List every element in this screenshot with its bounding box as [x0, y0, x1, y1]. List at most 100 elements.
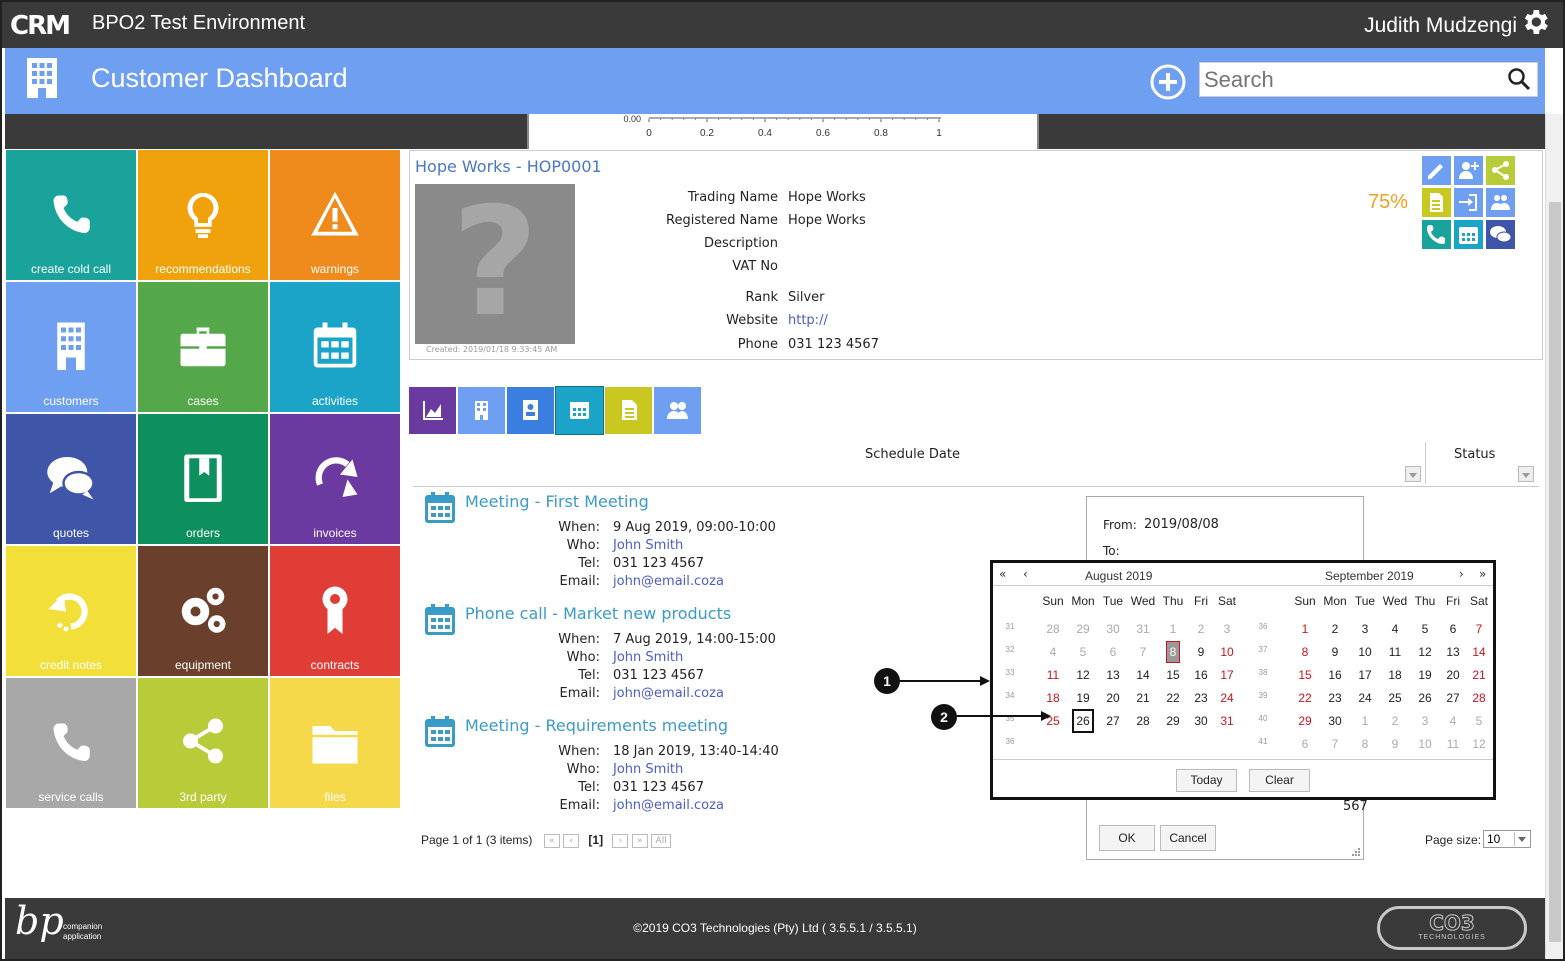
column-schedule-date[interactable]: Schedule Date [865, 447, 960, 462]
share-icon[interactable] [1486, 156, 1515, 185]
activity-title[interactable]: Meeting - First Meeting [465, 492, 649, 511]
calendar-day[interactable]: 2 [1187, 619, 1215, 639]
calendar-day[interactable]: 1 [1291, 619, 1319, 639]
column-status[interactable]: Status [1454, 447, 1495, 462]
edit-icon[interactable] [1422, 156, 1451, 185]
calendar-day[interactable]: 12 [1411, 642, 1439, 662]
tile-service-calls[interactable]: service calls [6, 678, 136, 808]
all-pages-button[interactable]: All [651, 833, 672, 848]
last-page-button[interactable]: » [631, 833, 648, 848]
calendar-day[interactable]: 10 [1351, 642, 1379, 662]
calendar-day[interactable]: 3 [1351, 619, 1379, 639]
calendar-day[interactable]: 13 [1439, 642, 1467, 662]
activity-email-value[interactable]: john@email.coza [613, 574, 724, 589]
document-icon[interactable] [1422, 188, 1451, 217]
calendar-day[interactable]: 29 [1159, 711, 1187, 731]
calendar-day[interactable]: 17 [1213, 665, 1241, 685]
calendar-day-highlighted[interactable]: 26 [1072, 709, 1094, 733]
prev-year-button[interactable]: « [999, 567, 1006, 581]
activity-email-value[interactable]: john@email.coza [613, 798, 724, 813]
calendar-day[interactable]: 11 [1439, 734, 1467, 754]
calendar-day[interactable]: 27 [1439, 688, 1467, 708]
calendar-day[interactable]: 18 [1381, 665, 1409, 685]
chat-icon[interactable] [1486, 220, 1515, 249]
tile-warnings[interactable]: warnings [270, 150, 400, 280]
activity-who-value[interactable]: John Smith [613, 762, 683, 777]
calendar-day[interactable]: 30 [1187, 711, 1215, 731]
tile-activities[interactable]: activities [270, 282, 400, 412]
calendar-day[interactable]: 11 [1381, 642, 1409, 662]
tile-credit-notes[interactable]: credit notes [6, 546, 136, 676]
calendar-day[interactable]: 24 [1213, 688, 1241, 708]
calendar-day[interactable]: 14 [1129, 665, 1157, 685]
calendar-day[interactable]: 6 [1291, 734, 1319, 754]
resize-grip-icon[interactable] [1351, 847, 1361, 857]
gear-icon[interactable] [1519, 6, 1551, 42]
tab-users[interactable] [654, 387, 701, 434]
tile-equipment[interactable]: equipment [138, 546, 268, 676]
calendar-day[interactable]: 4 [1039, 642, 1067, 662]
first-page-button[interactable]: « [543, 833, 560, 848]
calendar-day[interactable]: 5 [1069, 642, 1097, 662]
calendar-day[interactable]: 9 [1381, 734, 1409, 754]
activity-who-value[interactable]: John Smith [613, 650, 683, 665]
calendar-day[interactable]: 26 [1411, 688, 1439, 708]
calendar-day[interactable]: 23 [1187, 688, 1215, 708]
calendar-day[interactable]: 31 [1213, 711, 1241, 731]
next-year-button[interactable]: » [1479, 567, 1486, 581]
current-page[interactable]: [1] [588, 833, 603, 847]
calendar-day[interactable]: 9 [1187, 642, 1215, 662]
from-date-field[interactable]: 2019/08/08 [1144, 517, 1219, 532]
calendar-day[interactable]: 19 [1069, 688, 1097, 708]
calendar-day[interactable]: 12 [1069, 665, 1097, 685]
calendar-day[interactable]: 28 [1129, 711, 1157, 731]
calendar-day[interactable]: 21 [1465, 665, 1493, 685]
tile-files[interactable]: files [270, 678, 400, 808]
calendar-day[interactable]: 5 [1465, 711, 1493, 731]
calendar-day[interactable]: 20 [1439, 665, 1467, 685]
tab-charts[interactable] [409, 387, 456, 434]
calendar-day[interactable]: 25 [1381, 688, 1409, 708]
calendar-day[interactable]: 6 [1099, 642, 1127, 662]
tab-contacts[interactable] [507, 387, 554, 434]
tile-contracts[interactable]: contracts [270, 546, 400, 676]
phone-icon[interactable] [1422, 220, 1451, 249]
calendar-day[interactable]: 27 [1099, 711, 1127, 731]
calendar-day[interactable]: 7 [1465, 619, 1493, 639]
user-name[interactable]: Judith Mudzengi [1364, 14, 1517, 38]
search-icon[interactable] [1507, 67, 1531, 95]
calendar-day[interactable]: 9 [1321, 642, 1349, 662]
tile-customers[interactable]: customers [6, 282, 136, 412]
cancel-button[interactable]: Cancel [1160, 825, 1216, 851]
page-size-select[interactable]: 10 [1483, 830, 1531, 848]
calendar-day[interactable]: 13 [1099, 665, 1127, 685]
prev-month-button[interactable]: ‹ [1023, 567, 1028, 581]
activity-who-value[interactable]: John Smith [613, 538, 683, 553]
tile-invoices[interactable]: invoices [270, 414, 400, 544]
sign-in-icon[interactable] [1454, 188, 1483, 217]
vertical-scrollbar[interactable] [1545, 114, 1563, 959]
activity-title[interactable]: Meeting - Requirements meeting [465, 716, 728, 735]
today-button[interactable]: Today [1176, 769, 1237, 792]
calendar-day[interactable]: 2 [1321, 619, 1349, 639]
calendar-day[interactable]: 30 [1321, 711, 1349, 731]
calendar-day-selected[interactable]: 8 [1166, 641, 1180, 663]
tile-recommendations[interactable]: recommendations [138, 150, 268, 280]
prev-page-button[interactable]: ‹ [563, 833, 580, 848]
calendar-day[interactable]: 29 [1069, 619, 1097, 639]
add-user-icon[interactable] [1454, 156, 1483, 185]
activity-email-value[interactable]: john@email.coza [613, 686, 724, 701]
next-page-button[interactable]: › [612, 833, 629, 848]
next-month-button[interactable]: › [1459, 567, 1464, 581]
calendar-day[interactable]: 12 [1465, 734, 1493, 754]
calendar-day[interactable]: 21 [1129, 688, 1157, 708]
calendar-day[interactable]: 28 [1465, 688, 1493, 708]
calendar-day[interactable]: 19 [1411, 665, 1439, 685]
calendar-day[interactable]: 23 [1321, 688, 1349, 708]
calendar-day[interactable]: 16 [1321, 665, 1349, 685]
calendar-day[interactable]: 22 [1159, 688, 1187, 708]
scrollbar-thumb[interactable] [1549, 202, 1561, 942]
calendar-day[interactable]: 16 [1187, 665, 1215, 685]
calendar-day[interactable]: 15 [1291, 665, 1319, 685]
tile-create-cold-call[interactable]: create cold call [6, 150, 136, 280]
